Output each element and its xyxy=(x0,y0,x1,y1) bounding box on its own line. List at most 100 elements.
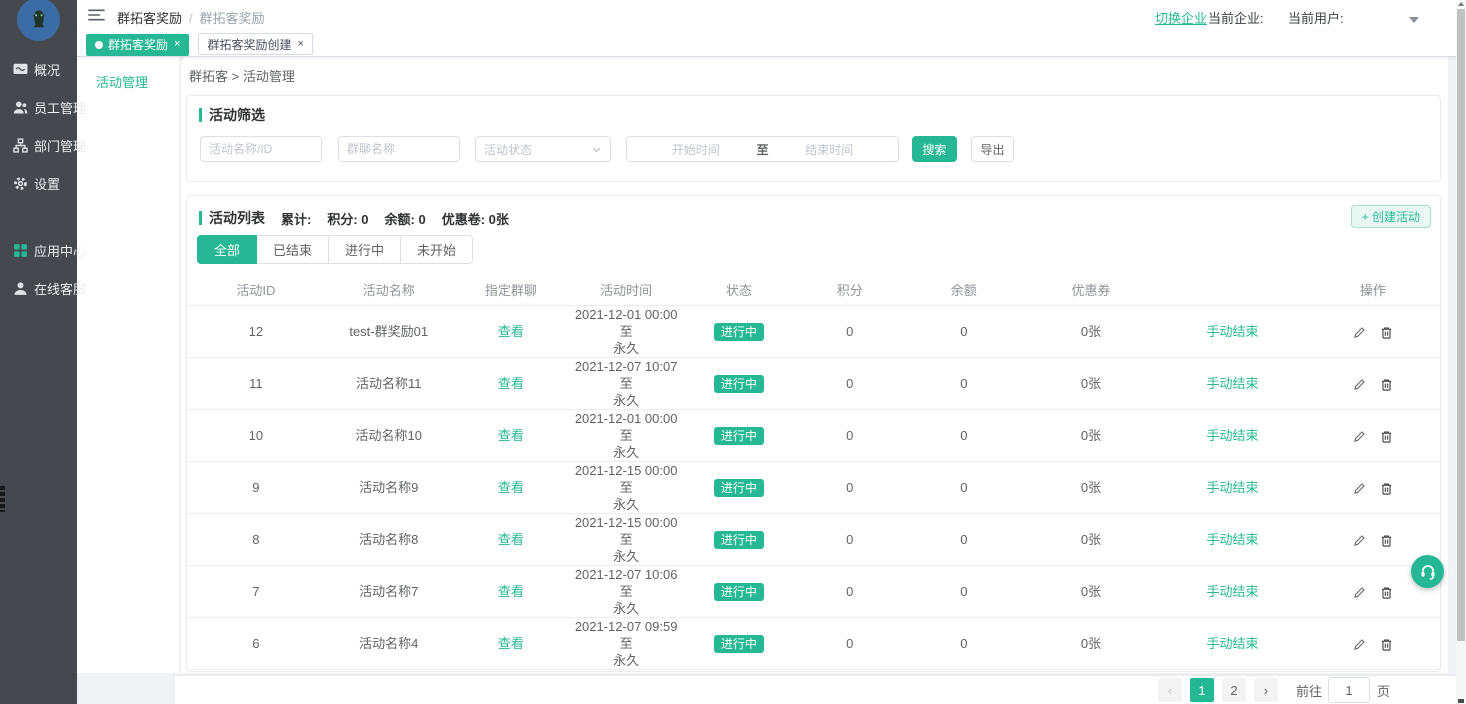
delete-icon[interactable] xyxy=(1380,482,1393,495)
cell-operations xyxy=(1306,358,1440,410)
column-header: 优惠券 xyxy=(1023,273,1160,306)
sidebar-item-overview[interactable]: 概况 xyxy=(0,57,77,81)
goto-page-input[interactable] xyxy=(1328,677,1370,703)
cell-manual-end: 手动结束 xyxy=(1159,566,1306,618)
cell-points: 0 xyxy=(795,670,905,673)
search-button[interactable]: 搜索 xyxy=(912,136,957,162)
topbar: 群拓客奖励/群拓客奖励 切换企业 当前企业: 当前用户: xyxy=(77,0,1466,32)
sidebar-item-service[interactable]: 在线客服 xyxy=(0,276,77,300)
status-tab-0[interactable]: 全部 xyxy=(197,235,257,264)
breadcrumb-separator: / xyxy=(189,11,193,26)
view-link[interactable]: 查看 xyxy=(498,584,524,599)
cell-activity-id: 12 xyxy=(187,306,325,358)
activity-status-select[interactable]: 活动状态 xyxy=(475,136,611,162)
status-tab-1[interactable]: 已结束 xyxy=(256,235,329,264)
page-scrollbar[interactable] xyxy=(1456,0,1466,704)
page-unit-label: 页 xyxy=(1377,681,1390,700)
cell-points: 0 xyxy=(795,410,905,462)
cell-balance: 0 xyxy=(905,358,1023,410)
cell-activity-id: 10 xyxy=(187,410,325,462)
collapsed-widget-tag[interactable] xyxy=(0,486,5,512)
edit-icon[interactable] xyxy=(1353,378,1366,391)
online-service-float-button[interactable] xyxy=(1411,555,1444,588)
edit-icon[interactable] xyxy=(1353,430,1366,443)
cell-activity-name: 活动名称4 xyxy=(325,670,453,673)
page-button-1[interactable]: 1 xyxy=(1190,678,1214,702)
status-badge: 进行中 xyxy=(714,479,764,497)
tags-view-tab[interactable]: 群拓客奖励创建 × xyxy=(198,33,312,55)
delete-icon[interactable] xyxy=(1380,430,1393,443)
time-start: 2021-12-01 00:00 至 xyxy=(569,306,683,340)
delete-icon[interactable] xyxy=(1380,534,1393,547)
manual-end-link[interactable]: 手动结束 xyxy=(1207,324,1259,339)
cell-activity-name: 活动名称4 xyxy=(325,618,453,670)
view-link[interactable]: 查看 xyxy=(498,376,524,391)
delete-icon[interactable] xyxy=(1380,326,1393,339)
manual-end-link[interactable]: 手动结束 xyxy=(1207,428,1259,443)
export-button[interactable]: 导出 xyxy=(971,136,1014,162)
cell-balance: 0 xyxy=(905,618,1023,670)
cell-status: 进行中 xyxy=(683,618,795,670)
manual-end-link[interactable]: 手动结束 xyxy=(1207,584,1259,599)
manual-end-link[interactable]: 手动结束 xyxy=(1207,480,1259,495)
page-buttons: 12 xyxy=(1186,678,1250,702)
tab-label: 群拓客奖励创建 xyxy=(207,36,291,53)
start-time-placeholder[interactable]: 开始时间 xyxy=(635,141,757,158)
sidebar-item-staff[interactable]: 员工管理 xyxy=(0,95,77,119)
view-link[interactable]: 查看 xyxy=(498,532,524,547)
submenu-item-activity-management[interactable]: 活动管理 xyxy=(77,56,179,91)
close-icon[interactable]: × xyxy=(297,39,303,50)
switch-company-link[interactable]: 切换企业 xyxy=(1155,8,1207,27)
create-activity-button[interactable]: + 创建活动 xyxy=(1351,205,1431,228)
date-range-picker[interactable]: 开始时间 至 结束时间 xyxy=(626,136,899,162)
edit-icon[interactable] xyxy=(1353,638,1366,651)
view-link[interactable]: 查看 xyxy=(498,636,524,651)
manual-end-link[interactable]: 手动结束 xyxy=(1207,376,1259,391)
sidebar-item-label: 部门管理 xyxy=(34,136,86,155)
prev-page-button[interactable]: ‹ xyxy=(1158,678,1182,702)
cell-coupons: 0张 xyxy=(1023,410,1160,462)
time-end: 永久 xyxy=(569,496,683,513)
delete-icon[interactable] xyxy=(1380,586,1393,599)
edit-icon[interactable] xyxy=(1353,586,1366,599)
user-dropdown-caret-icon[interactable] xyxy=(1409,17,1419,23)
cell-manual-end: 手动结束 xyxy=(1159,410,1306,462)
view-link[interactable]: 查看 xyxy=(498,428,524,443)
tags-view-tab-active[interactable]: 群拓客奖励× xyxy=(86,34,189,56)
sidebar-item-apps[interactable]: 应用中心 xyxy=(0,238,77,262)
cell-activity-id: 8 xyxy=(187,514,325,566)
breadcrumb-item[interactable]: 群拓客奖励 xyxy=(117,11,182,26)
scrollbar-thumb[interactable] xyxy=(1457,9,1465,641)
close-icon[interactable]: × xyxy=(174,39,180,50)
manual-end-link[interactable]: 手动结束 xyxy=(1207,532,1259,547)
manual-end-link[interactable]: 手动结束 xyxy=(1207,636,1259,651)
delete-icon[interactable] xyxy=(1380,638,1393,651)
sidebar-item-department[interactable]: 部门管理 xyxy=(0,133,77,157)
group-name-input[interactable] xyxy=(338,136,460,162)
end-time-placeholder[interactable]: 结束时间 xyxy=(769,141,891,158)
edit-icon[interactable] xyxy=(1353,482,1366,495)
view-link[interactable]: 查看 xyxy=(498,324,524,339)
time-end: 永久 xyxy=(569,652,683,669)
edit-icon[interactable] xyxy=(1353,326,1366,339)
status-tab-2[interactable]: 进行中 xyxy=(328,235,401,264)
cell-operations xyxy=(1306,618,1440,670)
status-badge: 进行中 xyxy=(714,583,764,601)
activity-name-input[interactable] xyxy=(200,136,322,162)
chevron-down-icon xyxy=(591,144,602,155)
delete-icon[interactable] xyxy=(1380,378,1393,391)
page-button-2[interactable]: 2 xyxy=(1222,678,1246,702)
edit-icon[interactable] xyxy=(1353,534,1366,547)
cell-activity-id: 7 xyxy=(187,566,325,618)
next-page-button[interactable]: › xyxy=(1254,678,1278,702)
view-link[interactable]: 查看 xyxy=(498,480,524,495)
cell-activity-time: 2021-12-07 10:06 至永久 xyxy=(569,566,683,618)
sidebar-item-settings[interactable]: 设置 xyxy=(0,171,77,195)
status-tab-3[interactable]: 未开始 xyxy=(400,235,473,264)
cell-activity-time: 2021-12-07 10:07 至永久 xyxy=(569,358,683,410)
hamburger-icon[interactable] xyxy=(88,8,105,22)
filter-card: 活动筛选 活动状态 开始时间 至 结束时间 搜索 导出 xyxy=(186,95,1441,182)
scrollbar-up-arrow-icon[interactable] xyxy=(1458,2,1464,6)
column-header: 指定群聊 xyxy=(453,273,570,306)
cell-coupons: 0张 xyxy=(1023,306,1160,358)
